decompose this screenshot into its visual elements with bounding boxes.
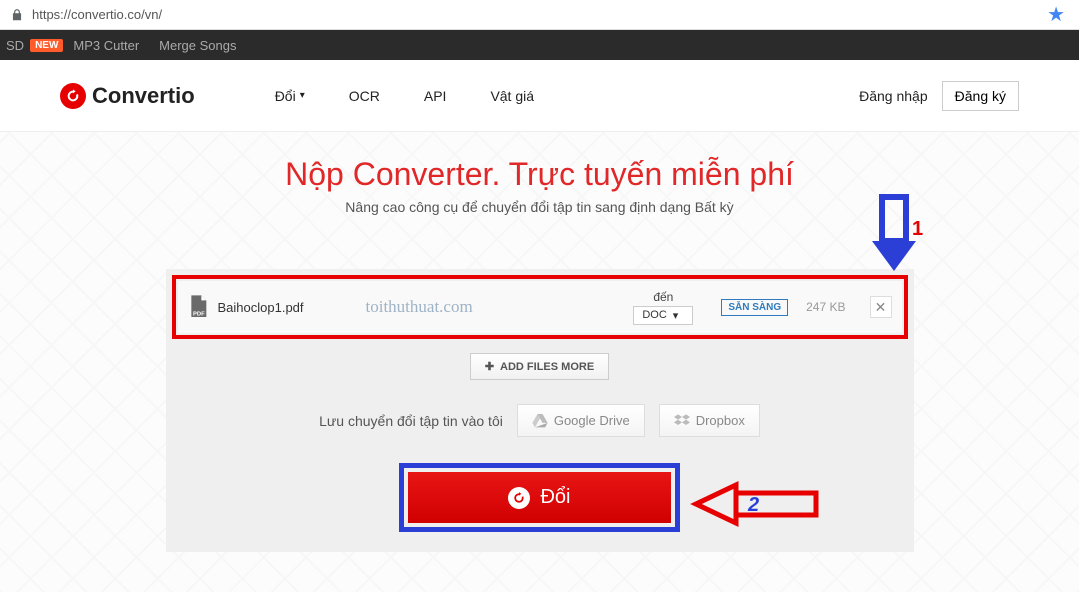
nav-api[interactable]: API xyxy=(424,88,447,104)
save-label: Lưu chuyển đổi tập tin vào tôi xyxy=(319,413,503,429)
format-value: DOC xyxy=(642,309,666,321)
format-select[interactable]: DOC ▾ xyxy=(633,306,693,325)
logo-icon xyxy=(60,83,86,109)
add-files-label: ADD FILES MORE xyxy=(500,361,594,373)
svg-text:2: 2 xyxy=(747,494,759,516)
caret-down-icon: ▾ xyxy=(673,309,679,322)
google-drive-icon xyxy=(532,414,548,428)
dropbox-button[interactable]: Dropbox xyxy=(659,404,760,437)
lock-icon xyxy=(10,8,24,22)
topbar-mp3-cutter[interactable]: MP3 Cutter xyxy=(63,38,149,53)
svg-text:1: 1 xyxy=(912,218,923,240)
bookmark-star-icon[interactable]: ★ xyxy=(1047,2,1065,27)
main-nav: Đổi ▾ OCR API Vật giá xyxy=(275,88,534,104)
new-badge: NEW xyxy=(30,39,63,52)
gdrive-label: Google Drive xyxy=(554,413,630,428)
nav-vatgia[interactable]: Vật giá xyxy=(490,88,534,104)
watermark-text: toithuthuat.com xyxy=(366,297,473,317)
hero-section: Nộp Converter. Trực tuyến miễn phí Nâng … xyxy=(0,132,1079,592)
nav-doi[interactable]: Đổi ▾ xyxy=(275,88,305,104)
close-icon: ✕ xyxy=(875,299,887,316)
plus-icon: ✚ xyxy=(485,360,494,373)
login-link[interactable]: Đăng nhập xyxy=(859,88,928,104)
signup-button[interactable]: Đăng ký xyxy=(942,81,1019,111)
sd-label: SD xyxy=(6,38,30,53)
save-destination-row: Lưu chuyển đổi tập tin vào tôi Google Dr… xyxy=(172,404,908,437)
file-row: PDF Baihoclop1.pdf toithuthuat.com đến D… xyxy=(178,281,902,333)
dropbox-label: Dropbox xyxy=(696,413,745,428)
chevron-down-icon: ▾ xyxy=(300,90,305,101)
site-header: Convertio Đổi ▾ OCR API Vật giá Đăng nhập… xyxy=(0,60,1079,132)
logo[interactable]: Convertio xyxy=(60,83,195,109)
convert-button-highlight: Đổi xyxy=(399,463,679,532)
url-text[interactable]: https://convertio.co/vn/ xyxy=(32,7,1069,22)
hero-subtitle: Nâng cao công cụ để chuyển đổi tập tin s… xyxy=(130,199,950,215)
nav-doi-label: Đổi xyxy=(275,88,296,104)
convert-icon xyxy=(508,487,530,509)
topbar-merge-songs[interactable]: Merge Songs xyxy=(149,38,246,53)
google-drive-button[interactable]: Google Drive xyxy=(517,404,645,437)
to-label: đến xyxy=(653,290,673,304)
file-name: Baihoclop1.pdf xyxy=(218,300,304,315)
nav-ocr[interactable]: OCR xyxy=(349,88,380,104)
add-files-button[interactable]: ✚ ADD FILES MORE xyxy=(470,353,609,380)
file-size: 247 KB xyxy=(806,300,845,314)
svg-text:PDF: PDF xyxy=(193,311,205,317)
convert-button[interactable]: Đổi xyxy=(408,472,670,523)
annotation-arrow-2: 2 xyxy=(690,481,830,531)
hero-title: Nộp Converter. Trực tuyến miễn phí xyxy=(130,156,950,193)
dropbox-icon xyxy=(674,414,690,428)
logo-text: Convertio xyxy=(92,83,195,109)
converter-panel: 1 PDF Baihoclop1.pdf toithuthuat.com đến… xyxy=(166,269,914,552)
target-format-block: đến DOC ▾ xyxy=(633,290,693,325)
file-row-highlight: PDF Baihoclop1.pdf toithuthuat.com đến D… xyxy=(172,275,908,339)
pdf-file-icon: PDF xyxy=(188,295,208,319)
browser-url-bar: https://convertio.co/vn/ ★ xyxy=(0,0,1079,30)
ready-badge: SẴN SÀNG xyxy=(721,299,788,316)
extension-topbar: SD NEW MP3 Cutter Merge Songs xyxy=(0,30,1079,60)
convert-label: Đổi xyxy=(540,486,570,509)
remove-file-button[interactable]: ✕ xyxy=(870,296,892,318)
